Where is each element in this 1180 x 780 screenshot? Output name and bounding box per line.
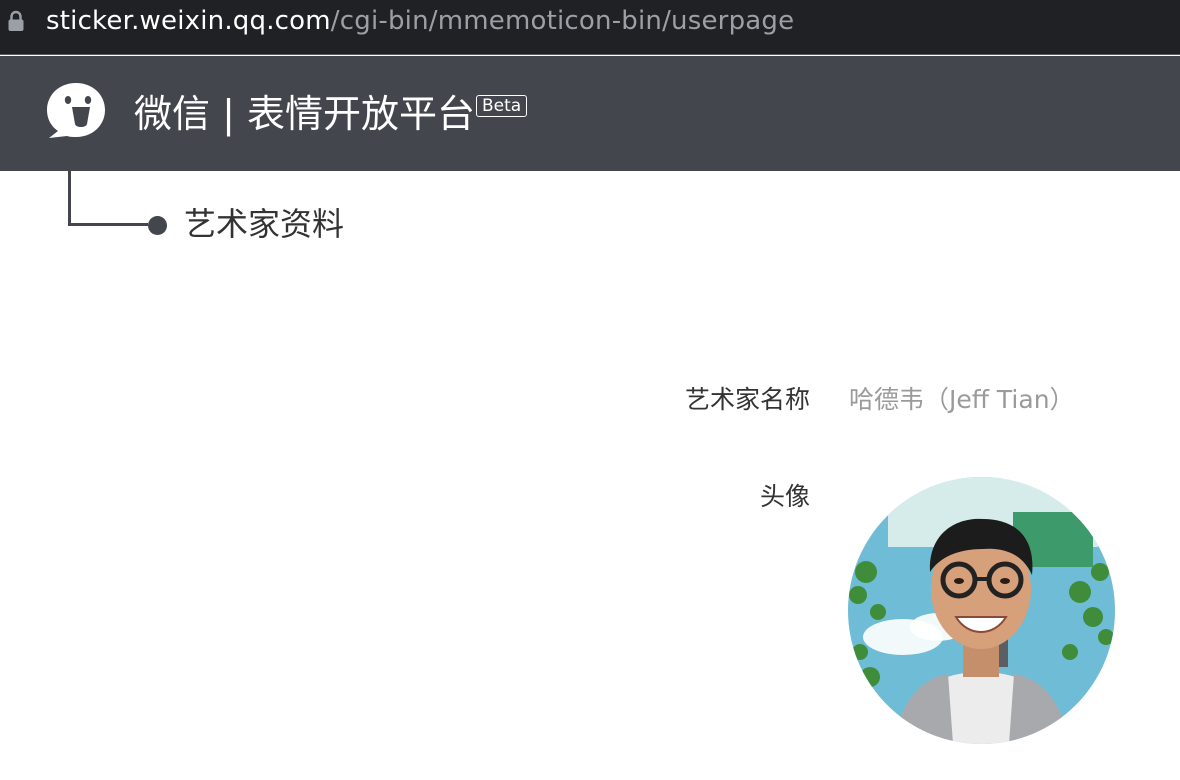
section-title: 艺术家资料 — [184, 205, 345, 243]
artist-name-label: 艺术家名称 — [684, 385, 810, 414]
wechat-sticker-logo-icon[interactable] — [44, 80, 108, 142]
section-marker-dot — [148, 216, 167, 235]
beta-badge: Beta — [476, 95, 528, 117]
avatar-image — [848, 477, 1115, 744]
artist-name-value: 哈德韦（Jeff Tian） — [849, 385, 1075, 414]
avatar-label: 头像 — [759, 482, 810, 511]
url-host: sticker.weixin.qq.com — [46, 6, 331, 36]
site-header: 微信 | 表情开放平台 Beta — [0, 56, 1180, 171]
browser-address-bar[interactable]: sticker.weixin.qq.com/cgi-bin/mmemoticon… — [0, 0, 1180, 55]
artist-avatar — [848, 477, 1115, 744]
url-text[interactable]: sticker.weixin.qq.com/cgi-bin/mmemoticon… — [46, 3, 794, 39]
lock-icon[interactable] — [7, 10, 25, 32]
section-connector-line — [68, 171, 148, 226]
url-path: /cgi-bin/mmemoticon-bin/userpage — [330, 6, 795, 36]
brand-title[interactable]: 微信 | 表情开放平台 — [134, 90, 475, 138]
